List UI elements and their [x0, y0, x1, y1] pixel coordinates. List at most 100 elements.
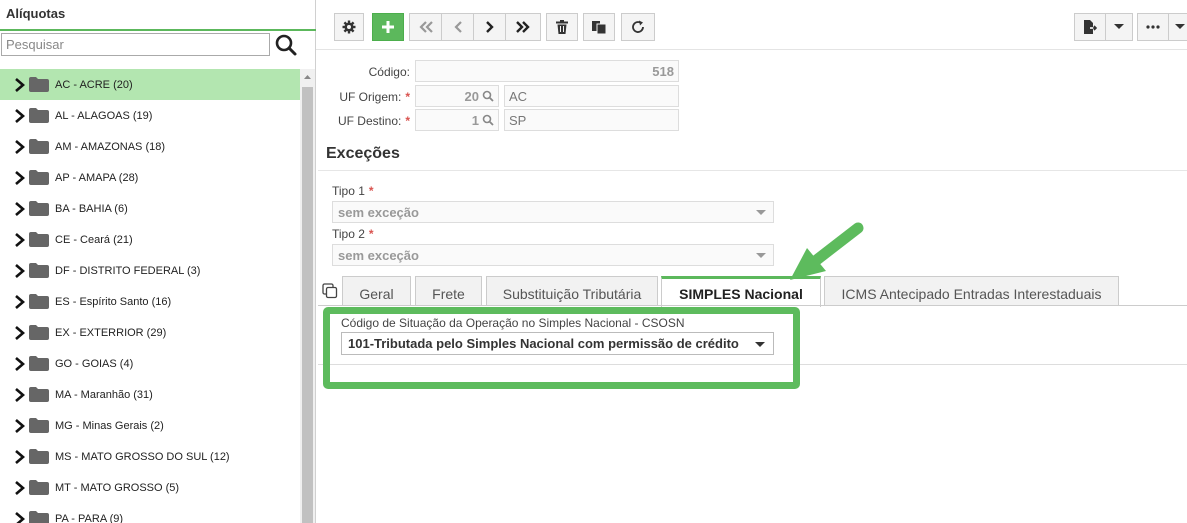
- folder-icon: [29, 387, 49, 402]
- sidebar-title: Alíquotas: [6, 6, 66, 21]
- refresh-icon: [632, 20, 644, 33]
- folder-icon: [29, 232, 49, 247]
- chevron-right-icon[interactable]: [14, 356, 26, 371]
- tipo1-label: Tipo 1 *: [332, 184, 374, 198]
- chevron-right-icon[interactable]: [14, 387, 26, 402]
- csosn-value: 101-Tributada pelo Simples Nacional com …: [348, 336, 739, 351]
- tree-item[interactable]: AL - ALAGOAS (19): [0, 100, 300, 131]
- folder-icon: [29, 356, 49, 371]
- folder-icon: [29, 170, 49, 185]
- csosn-label: Código de Situação da Operação no Simple…: [341, 316, 685, 330]
- tree-item[interactable]: AP - AMAPA (28): [0, 162, 300, 193]
- tree-item[interactable]: EX - EXTERRIOR (29): [0, 317, 300, 348]
- sidebar-divider: [0, 29, 316, 31]
- tree-item[interactable]: PA - PARA (9): [0, 503, 300, 523]
- scroll-up-arrow-icon[interactable]: [300, 69, 315, 86]
- next-record-button[interactable]: [473, 13, 506, 41]
- chevron-right-icon[interactable]: [14, 108, 26, 123]
- double-chevron-left-icon: [418, 21, 433, 33]
- export-button[interactable]: [1074, 13, 1106, 41]
- tree-scrollbar[interactable]: [300, 69, 315, 523]
- more-options-button[interactable]: [1137, 13, 1169, 41]
- tree-item[interactable]: DF - DISTRITO FEDERAL (3): [0, 255, 300, 286]
- folder-icon: [29, 325, 49, 340]
- tab-frete[interactable]: Frete: [415, 276, 482, 306]
- search-input[interactable]: [1, 33, 270, 56]
- chevron-right-icon[interactable]: [14, 418, 26, 433]
- tab-icms-antecipado[interactable]: ICMS Antecipado Entradas Interestaduais: [824, 276, 1119, 306]
- required-mark: *: [405, 90, 410, 104]
- tab-simples-nacional[interactable]: SIMPLES Nacional: [661, 276, 821, 307]
- tree-item-label: EX - EXTERRIOR (29): [55, 326, 167, 339]
- tree-item[interactable]: AC - ACRE (20): [0, 69, 300, 100]
- chevron-left-icon: [453, 21, 462, 33]
- chevron-right-icon[interactable]: [14, 139, 26, 154]
- tipo1-select[interactable]: sem exceção: [332, 201, 774, 223]
- export-file-icon: [1084, 20, 1097, 34]
- codigo-field: 518: [415, 60, 679, 82]
- add-button[interactable]: [372, 13, 404, 41]
- search-icon[interactable]: [482, 90, 494, 102]
- tree-item-label: AL - ALAGOAS (19): [55, 109, 153, 122]
- folder-icon: [29, 294, 49, 309]
- caret-down-icon: [755, 342, 765, 347]
- tree-item[interactable]: MA - Maranhão (31): [0, 379, 300, 410]
- csosn-select[interactable]: 101-Tributada pelo Simples Nacional com …: [341, 332, 774, 355]
- plus-icon: [382, 21, 394, 33]
- folder-icon: [29, 139, 49, 154]
- tree-item[interactable]: BA - BAHIA (6): [0, 193, 300, 224]
- tipo2-value: sem exceção: [338, 247, 419, 263]
- chevron-right-icon[interactable]: [14, 511, 26, 523]
- scroll-thumb[interactable]: [302, 87, 313, 523]
- tab-geral[interactable]: Geral: [342, 276, 411, 306]
- chevron-right-icon[interactable]: [14, 232, 26, 247]
- gear-icon: [342, 20, 356, 34]
- chevron-right-icon[interactable]: [14, 201, 26, 216]
- chevron-right-icon[interactable]: [14, 263, 26, 278]
- panel-divider: [318, 364, 1187, 365]
- copy-icon[interactable]: [322, 283, 338, 299]
- folder-icon: [29, 418, 49, 433]
- tree-item-label: MG - Minas Gerais (2): [55, 419, 164, 432]
- codigo-value: 518: [652, 63, 674, 79]
- settings-button[interactable]: [334, 13, 364, 41]
- chevron-right-icon[interactable]: [14, 294, 26, 309]
- tree-item-label: ES - Espírito Santo (16): [55, 295, 172, 308]
- more-dropdown-button[interactable]: [1168, 13, 1187, 41]
- search-icon[interactable]: [482, 114, 494, 126]
- refresh-button[interactable]: [621, 13, 655, 41]
- required-mark: *: [368, 184, 374, 198]
- first-record-button[interactable]: [409, 13, 442, 41]
- tree-item[interactable]: ES - Espírito Santo (16): [0, 286, 300, 317]
- chevron-right-icon[interactable]: [14, 170, 26, 185]
- chevron-right-icon[interactable]: [14, 325, 26, 340]
- chevron-right-icon[interactable]: [14, 480, 26, 495]
- tipo2-select[interactable]: sem exceção: [332, 244, 774, 266]
- tree-item-label: AP - AMAPA (28): [55, 171, 139, 184]
- uf-origem-name: AC: [509, 88, 528, 104]
- uf-origem-code-field[interactable]: 20: [415, 85, 499, 107]
- required-mark: *: [405, 114, 410, 128]
- tree-item[interactable]: CE - Ceará (21): [0, 224, 300, 255]
- tab-substituicao-tributaria[interactable]: Substituição Tributária: [486, 276, 658, 306]
- chevron-right-icon[interactable]: [14, 449, 26, 464]
- tree-item[interactable]: GO - GOIAS (4): [0, 348, 300, 379]
- tree-item-label: CE - Ceará (21): [55, 233, 133, 246]
- last-record-button[interactable]: [505, 13, 541, 41]
- required-mark: *: [368, 227, 374, 241]
- tree-item[interactable]: MG - Minas Gerais (2): [0, 410, 300, 441]
- tree-item[interactable]: MS - MATO GROSSO DO SUL (12): [0, 441, 300, 472]
- previous-record-button[interactable]: [441, 13, 474, 41]
- uf-destino-code-field[interactable]: 1: [415, 109, 499, 131]
- codigo-label: Código:: [368, 65, 410, 79]
- export-dropdown-button[interactable]: [1105, 13, 1133, 41]
- tree-item[interactable]: AM - AMAZONAS (18): [0, 131, 300, 162]
- chevron-right-icon[interactable]: [14, 77, 26, 92]
- delete-button[interactable]: [546, 13, 578, 41]
- tipo1-value: sem exceção: [338, 204, 419, 220]
- uf-destino-code: 1: [471, 112, 479, 128]
- tree-item[interactable]: MT - MATO GROSSO (5): [0, 472, 300, 503]
- tree-item-label: DF - DISTRITO FEDERAL (3): [55, 264, 201, 277]
- duplicate-button[interactable]: [583, 13, 615, 41]
- search-button[interactable]: [273, 32, 299, 58]
